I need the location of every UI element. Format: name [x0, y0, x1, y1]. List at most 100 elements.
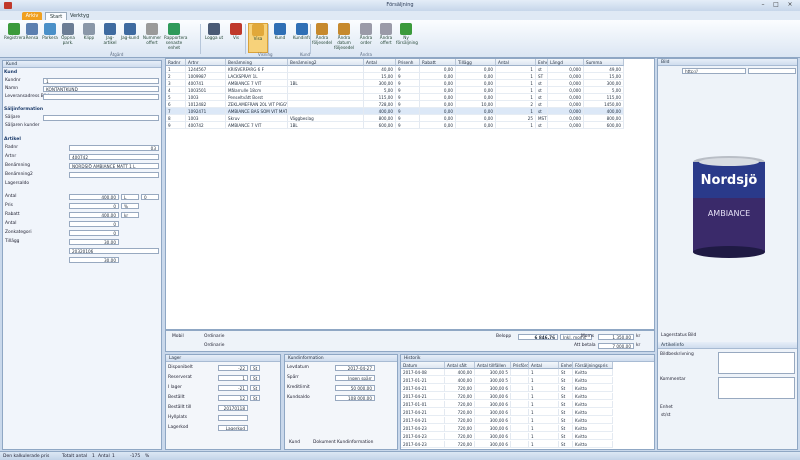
grid-cell[interactable]: st	[536, 108, 548, 115]
reference-input[interactable]: 20320106	[69, 248, 159, 254]
grid-cell[interactable]: 9	[396, 66, 420, 73]
history-cell[interactable]: St	[559, 441, 573, 448]
history-cell[interactable]: 720,00	[445, 385, 475, 392]
grid-cell[interactable]: 115,00	[364, 94, 396, 101]
history-cell[interactable]: 720,00	[445, 425, 475, 432]
ribbon-button-7[interactable]: Nummer offert	[142, 23, 162, 53]
ribbon-button-11[interactable]: Visa	[248, 23, 268, 53]
customer-info-tab[interactable]: Kundinformation	[337, 440, 373, 446]
grid-cell[interactable]: 0,00	[456, 122, 496, 129]
ribbon-button-14[interactable]: Ändra följesedel	[312, 23, 332, 53]
history-cell[interactable]: Kvitto	[573, 401, 613, 408]
radio-ordinary-2[interactable]: Ordinarie	[204, 343, 224, 349]
stock-row-value[interactable]: 1	[218, 375, 248, 381]
grid-cell[interactable]: 0,000	[548, 80, 584, 87]
history-cell[interactable]: 1	[529, 409, 559, 416]
grid-cell[interactable]: 728,00	[364, 101, 396, 108]
grid-cell[interactable]	[288, 108, 364, 115]
grid-cell[interactable]: 600,00	[584, 122, 624, 129]
article-number-input[interactable]: 400742	[69, 154, 159, 160]
history-cell[interactable]: St	[559, 409, 573, 416]
grid-cell[interactable]: 300,00	[584, 80, 624, 87]
grid-cell[interactable]: KRISVERFARG 6 F	[226, 66, 288, 73]
grid-cell[interactable]: ZEKLAMEFRAN 20L VIT PIGGY	[226, 101, 288, 108]
history-cell[interactable]	[511, 425, 529, 432]
grid-cell[interactable]: 1BL	[288, 122, 364, 129]
history-cell[interactable]	[511, 441, 529, 448]
history-cell[interactable]: 300,00 6	[475, 417, 511, 424]
customer-info-tab[interactable]: Kund	[289, 440, 300, 446]
history-cell[interactable]: 720,00	[445, 417, 475, 424]
history-cell[interactable]	[511, 369, 529, 376]
grid-cell[interactable]: 400741	[186, 80, 226, 87]
grid-cell[interactable]: 1450,00	[584, 101, 624, 108]
grid-cell[interactable]: 1	[496, 66, 536, 73]
grid-cell[interactable]: 1009987	[186, 73, 226, 80]
grid-cell[interactable]: 3	[166, 80, 186, 87]
history-cell[interactable]: St	[559, 369, 573, 376]
grid-cell[interactable]: 1	[496, 108, 536, 115]
grid-cell[interactable]: 5,00	[584, 87, 624, 94]
history-cell[interactable]: 300,00 6	[475, 401, 511, 408]
grid-cell[interactable]: 10,00	[456, 101, 496, 108]
grid-cell[interactable]: 0,000	[548, 87, 584, 94]
minimize-icon[interactable]: –	[758, 1, 768, 9]
radio-mobile[interactable]: Mobil	[172, 334, 184, 340]
column-header[interactable]: Tillägg	[456, 59, 496, 66]
history-cell[interactable]: Kvitto	[573, 393, 613, 400]
grid-cell[interactable]: 0,000	[548, 108, 584, 115]
history-cell[interactable]: St	[559, 433, 573, 440]
column-header[interactable]: Rabatt	[420, 59, 456, 66]
stock-row-value[interactable]: -22	[218, 365, 248, 371]
grid-cell[interactable]: 1003501	[186, 87, 226, 94]
grid-cell[interactable]	[288, 66, 364, 73]
grid-cell[interactable]: 0,000	[548, 101, 584, 108]
history-column-header[interactable]: Antal	[529, 362, 559, 369]
history-cell[interactable]: 720,00	[445, 393, 475, 400]
grid-cell[interactable]: 4	[166, 87, 186, 94]
history-column-header[interactable]: Datum	[401, 362, 445, 369]
ribbon-button-3[interactable]: Öppna park.	[58, 23, 78, 53]
grid-cell[interactable]: 9	[396, 73, 420, 80]
history-cell[interactable]: 1	[529, 441, 559, 448]
grid-cell[interactable]: Väggbeslag	[288, 115, 364, 122]
history-cell[interactable]: 300,00 6	[475, 433, 511, 440]
grid-cell[interactable]: 0,00	[456, 73, 496, 80]
customer-info-tab[interactable]: Dokument	[313, 440, 336, 446]
history-cell[interactable]: 2017-01-21	[401, 377, 445, 384]
unit2-input[interactable]: 0	[141, 194, 159, 200]
grid-cell[interactable]: 0,00	[420, 66, 456, 73]
unit-input[interactable]: L	[121, 194, 139, 200]
ribbon-button-18[interactable]: Ny försäljning	[396, 23, 418, 53]
ribbon-button-10[interactable]: Vis	[226, 23, 246, 53]
history-cell[interactable]: 1	[529, 369, 559, 376]
grid-cell[interactable]: 0,00	[456, 108, 496, 115]
seller-select[interactable]	[43, 115, 159, 121]
ribbon-button-1[interactable]: Rensa	[22, 23, 42, 53]
history-cell[interactable]: St	[559, 417, 573, 424]
grid-cell[interactable]: 7	[166, 108, 186, 115]
history-cell[interactable]: 1	[529, 401, 559, 408]
history-cell[interactable]: St	[559, 385, 573, 392]
history-cell[interactable]: Kvitto	[573, 433, 613, 440]
ribbon-button-6[interactable]: Jag-kund	[120, 23, 140, 53]
grid-cell[interactable]: 15,00	[584, 73, 624, 80]
history-cell[interactable]: 300,00 6	[475, 385, 511, 392]
grid-cell[interactable]: st	[536, 122, 548, 129]
history-cell[interactable]: St	[559, 377, 573, 384]
tab-file[interactable]: Arkiv	[22, 12, 42, 20]
grid-cell[interactable]: Penseltvätt Borst	[226, 94, 288, 101]
history-cell[interactable]	[511, 433, 529, 440]
history-cell[interactable]: 300,00 5	[475, 369, 511, 376]
ribbon-button-16[interactable]: Ändra order	[356, 23, 376, 53]
history-cell[interactable]: 400,00	[445, 369, 475, 376]
stock-row-value[interactable]: 20170118	[218, 405, 248, 411]
ribbon-button-9[interactable]: Logga ut	[204, 23, 224, 53]
grid-cell[interactable]: 1244567	[186, 66, 226, 73]
grid-cell[interactable]: 1BL	[288, 80, 364, 87]
grid-cell[interactable]: 1012482	[186, 101, 226, 108]
grid-cell[interactable]: 0,00	[456, 66, 496, 73]
ribbon-button-13[interactable]: Kundinfo	[292, 23, 312, 53]
delivery-address-select[interactable]	[43, 94, 159, 100]
grid-cell[interactable]: Skruv	[226, 115, 288, 122]
